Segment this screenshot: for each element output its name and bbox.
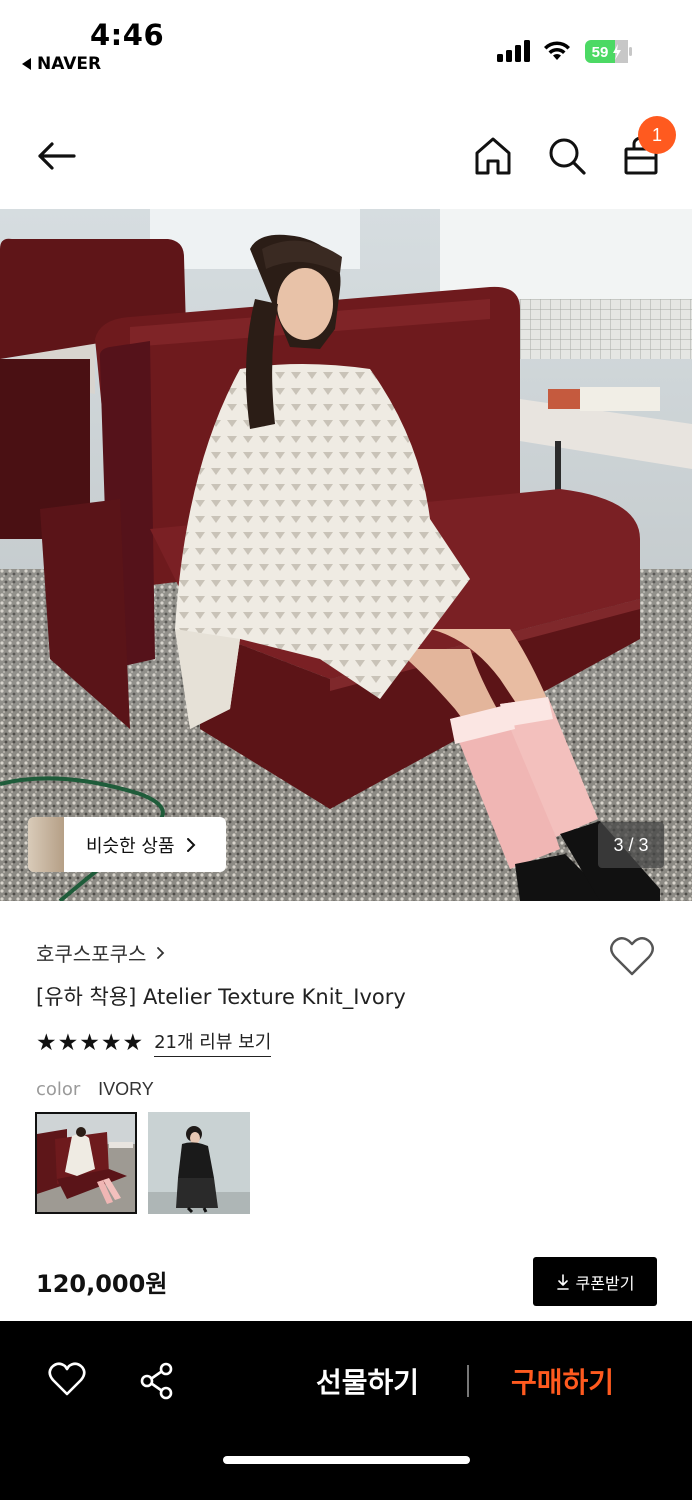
coupon-label: 쿠폰받기 bbox=[575, 1273, 635, 1293]
ivory-thumbnail bbox=[37, 1114, 135, 1212]
product-image[interactable] bbox=[0, 209, 692, 901]
bottom-action-bar: 선물하기 구매하기 bbox=[0, 1321, 692, 1500]
gift-button[interactable]: 선물하기 bbox=[316, 1361, 419, 1401]
brand-link[interactable]: 호쿠스포쿠스 bbox=[36, 938, 166, 967]
buy-button[interactable]: 구매하기 bbox=[511, 1361, 614, 1401]
wishlist-heart-icon[interactable] bbox=[609, 936, 655, 978]
status-bar: 4:46 NAVER 59 bbox=[0, 0, 692, 100]
battery-icon: 59 bbox=[585, 40, 632, 63]
similar-products-button[interactable]: 비슷한 상품 bbox=[28, 817, 226, 872]
battery-level: 59 bbox=[592, 44, 609, 61]
share-icon[interactable] bbox=[139, 1362, 175, 1400]
cellular-signal-icon bbox=[497, 40, 530, 62]
color-row: color IVORY bbox=[36, 1079, 154, 1100]
home-icon[interactable] bbox=[472, 134, 514, 178]
wifi-icon bbox=[544, 41, 570, 60]
color-label: color bbox=[36, 1079, 81, 1100]
download-icon bbox=[556, 1273, 569, 1290]
chevron-right-icon bbox=[157, 946, 165, 959]
back-app-label: NAVER bbox=[37, 54, 102, 74]
color-value: IVORY bbox=[98, 1079, 154, 1099]
product-title: [유하 착용] Atelier Texture Knit_Ivory bbox=[36, 985, 406, 1009]
product-price: 120,000원 bbox=[36, 1270, 168, 1298]
black-thumbnail bbox=[148, 1112, 250, 1214]
top-nav bbox=[0, 110, 692, 206]
action-divider bbox=[467, 1365, 469, 1397]
back-to-app-link[interactable]: NAVER bbox=[22, 54, 101, 74]
color-option-black[interactable] bbox=[148, 1112, 250, 1214]
status-time: 4:46 bbox=[90, 18, 165, 52]
get-coupon-button[interactable]: 쿠폰받기 bbox=[533, 1257, 657, 1306]
brand-name: 호쿠스포쿠스 bbox=[36, 942, 147, 966]
cart-count-badge: 1 bbox=[638, 116, 676, 154]
view-reviews-link[interactable]: 21개 리뷰 보기 bbox=[154, 1028, 272, 1057]
chevron-right-icon bbox=[186, 837, 195, 852]
similar-products-label: 비슷한 상품 bbox=[86, 835, 175, 857]
color-option-ivory[interactable] bbox=[35, 1112, 137, 1214]
rating-row: ★★★★★ 21개 리뷰 보기 bbox=[36, 1028, 272, 1057]
wishlist-heart-icon[interactable] bbox=[48, 1362, 86, 1398]
rating-stars: ★★★★★ bbox=[36, 1029, 145, 1056]
similar-products-thumbnail bbox=[28, 817, 64, 872]
home-indicator[interactable] bbox=[223, 1456, 470, 1464]
image-counter: 3 / 3 bbox=[598, 822, 664, 868]
back-triangle-icon bbox=[22, 58, 31, 70]
product-photo bbox=[0, 209, 692, 901]
back-arrow-icon[interactable] bbox=[34, 134, 78, 178]
search-icon[interactable] bbox=[546, 134, 588, 178]
